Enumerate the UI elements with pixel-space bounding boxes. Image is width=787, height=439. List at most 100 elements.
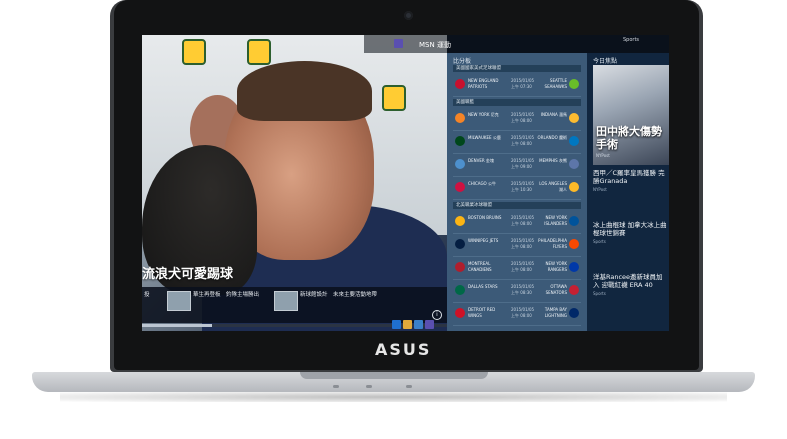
home-team: LOS ANGELES 湖人 bbox=[539, 181, 567, 192]
home-team: MEMPHIS 灰熊 bbox=[539, 158, 567, 163]
away-team: NEW ENGLAND PATRIOTS bbox=[468, 78, 499, 89]
team-logo-icon bbox=[569, 216, 579, 226]
game-time: 2015/01/05 上午 08:00 bbox=[511, 238, 535, 249]
team-logo-icon bbox=[569, 262, 579, 272]
away-team: CHICAGO 公牛 bbox=[468, 181, 496, 186]
team-logo-icon bbox=[569, 182, 579, 192]
related-story[interactable]: 華生再登板 釣隊主場勝出 bbox=[193, 292, 271, 299]
laptop-shadow bbox=[60, 392, 727, 402]
related-story[interactable]: 投 bbox=[144, 292, 156, 299]
port-icon bbox=[366, 385, 372, 388]
team-logo-icon bbox=[455, 79, 465, 89]
news-item-title[interactable]: 洋基Rancee邀新球員加入 迎戰紅襪 ERA 40 bbox=[593, 273, 669, 289]
game-time: 2015/01/05 上午 08:00 bbox=[511, 112, 535, 123]
home-team: ORLANDO 魔術 bbox=[537, 135, 567, 140]
scoreboard-title: 比分板 bbox=[453, 58, 472, 65]
away-team: BOSTON BRUINS bbox=[468, 215, 502, 220]
browser-icon[interactable] bbox=[403, 320, 412, 329]
news-item-source: NYPost bbox=[593, 187, 607, 192]
news-column: 今日焦點 田中將大傷勢手術 NYPost 西甲／C羅率皇馬獲勝 完勝Granad… bbox=[587, 53, 669, 331]
scoreboard-game-row[interactable]: NEW YORK 尼克 2015/01/05 上午 08:00 INDIANA 溜馬 bbox=[453, 108, 581, 131]
home-team: NEW YORK RANGERS bbox=[545, 261, 567, 272]
team-logo-icon bbox=[569, 285, 579, 295]
team-logo-icon bbox=[455, 308, 465, 318]
info-icon[interactable]: i bbox=[432, 310, 442, 320]
team-badge-icon bbox=[182, 39, 206, 65]
taskbar bbox=[392, 320, 452, 330]
team-logo-icon bbox=[569, 159, 579, 169]
scoreboard-section-header: 美國職籃 bbox=[453, 99, 581, 106]
news-item-title[interactable]: 冰上曲棍球 加拿大冰上曲棍球世錦賽 bbox=[593, 221, 669, 237]
news-item-source: Sports bbox=[593, 291, 606, 296]
away-team: NEW YORK 尼克 bbox=[468, 112, 499, 117]
scoreboard-game-row[interactable]: BOSTON BRUINS 2015/01/05 上午 08:00 NEW YORK… bbox=[453, 211, 581, 234]
game-time: 2015/01/05 上午 08:00 bbox=[511, 261, 535, 272]
port-icon bbox=[333, 385, 339, 388]
section-label: Sports bbox=[623, 37, 640, 43]
scoreboard-game-row[interactable]: WINNIPEG JETS 2015/01/05 上午 08:00 PHILADEL… bbox=[453, 234, 581, 257]
news-feature-photo[interactable]: 田中將大傷勢手術 NYPost bbox=[593, 65, 669, 165]
team-badge-icon bbox=[382, 85, 406, 111]
news-list-item[interactable]: 洋基Rancee邀新球員加入 迎戰紅襪 ERA 40 Sports bbox=[593, 273, 669, 296]
app-icon bbox=[394, 39, 403, 48]
news-list-item[interactable]: 冰上曲棍球 加拿大冰上曲棍球世錦賽 Sports bbox=[593, 221, 669, 244]
game-time: 2015/01/05 上午 08:00 bbox=[511, 135, 535, 146]
away-team: DALLAS STARS bbox=[468, 284, 498, 289]
related-thumbnail[interactable] bbox=[167, 291, 191, 311]
scoreboard-section-header: 北美職業冰球聯盟 bbox=[453, 202, 581, 209]
related-story[interactable]: 新球館設計 未來主要活動地帶 bbox=[300, 292, 378, 299]
scoreboard-game-row[interactable]: DENVER 金塊 2015/01/05 上午 09:00 MEMPHIS 灰熊 bbox=[453, 154, 581, 177]
team-logo-icon bbox=[455, 113, 465, 123]
laptop-base-lip bbox=[300, 372, 488, 379]
scoreboard-game-row[interactable]: CHICAGO 公牛 2015/01/05 上午 10:30 LOS ANGELES… bbox=[453, 177, 581, 200]
team-logo-icon bbox=[569, 136, 579, 146]
app-topbar: MSN 運動 Sports bbox=[364, 35, 669, 53]
game-time: 2015/01/05 上午 07:30 bbox=[511, 78, 535, 89]
windows-start-icon[interactable] bbox=[392, 320, 401, 329]
scoreboard-game-row[interactable]: DALLAS STARS 2015/01/05 上午 08:30 OTTAWA SE… bbox=[453, 280, 581, 303]
webcam-icon bbox=[404, 11, 413, 20]
away-team: WINNIPEG JETS bbox=[468, 238, 499, 243]
home-team: INDIANA 溜馬 bbox=[540, 112, 567, 117]
home-team: PHILADELPHIA FLYERS bbox=[538, 238, 567, 249]
game-time: 2015/01/05 上午 08:00 bbox=[511, 307, 535, 318]
scoreboard-game-row[interactable]: DETROIT RED WINGS 2015/01/05 上午 08:00 TAMP… bbox=[453, 303, 581, 326]
explorer-icon[interactable] bbox=[414, 320, 423, 329]
team-badge-icon bbox=[247, 39, 271, 65]
scoreboard-game-row[interactable]: NEW ENGLAND PATRIOTS 2015/01/05 上午 07:30 S… bbox=[453, 74, 581, 97]
team-logo-icon bbox=[455, 239, 465, 249]
away-team: DENVER 金塊 bbox=[468, 158, 494, 163]
laptop: 流浪犬可愛踢球 投 華生再登板 釣隊主場勝出 新球館設計 未來主要活動地帶 i … bbox=[0, 0, 787, 439]
app-title: MSN 運動 bbox=[419, 41, 451, 49]
home-team: OTTAWA SENATORS bbox=[545, 284, 567, 295]
game-time: 2015/01/05 上午 08:30 bbox=[511, 284, 535, 295]
news-header: 今日焦點 bbox=[593, 58, 618, 65]
scoreboard-panel: 比分板 美國國家美式足球聯盟 NEW ENGLAND PATRIOTS 2015/0… bbox=[447, 53, 587, 331]
news-list-item[interactable]: 西甲／C羅率皇馬獲勝 完勝Granada NYPost bbox=[593, 169, 669, 192]
away-team: DETROIT RED WINGS bbox=[468, 307, 496, 318]
sports-app-icon[interactable] bbox=[425, 320, 434, 329]
team-logo-icon bbox=[455, 182, 465, 192]
news-item-title[interactable]: 西甲／C羅率皇馬獲勝 完勝Granada bbox=[593, 169, 669, 185]
hero-progress-fill bbox=[142, 324, 213, 327]
home-team: TAMPA BAY LIGHTNING bbox=[544, 307, 567, 318]
team-logo-icon bbox=[569, 113, 579, 123]
team-logo-icon bbox=[455, 262, 465, 272]
scoreboard-game-row[interactable]: MILWAUKEE 公鹿 2015/01/05 上午 08:00 ORLANDO 魔… bbox=[453, 131, 581, 154]
related-thumbnail[interactable] bbox=[274, 291, 298, 311]
player-hair bbox=[237, 61, 372, 121]
away-team: MILWAUKEE 公鹿 bbox=[468, 135, 501, 140]
team-logo-icon bbox=[455, 136, 465, 146]
home-team: NEW YORK ISLANDERS bbox=[544, 215, 567, 226]
team-logo-icon bbox=[569, 308, 579, 318]
team-logo-icon bbox=[455, 285, 465, 295]
port-icon bbox=[406, 385, 412, 388]
hero-panel[interactable]: 流浪犬可愛踢球 投 華生再登板 釣隊主場勝出 新球館設計 未來主要活動地帶 i bbox=[142, 35, 447, 331]
away-team: MONTREAL CANADIENS bbox=[468, 261, 492, 272]
team-logo-icon bbox=[569, 239, 579, 249]
screen: 流浪犬可愛踢球 投 華生再登板 釣隊主場勝出 新球館設計 未來主要活動地帶 i … bbox=[142, 35, 669, 331]
asus-logo: ASUS bbox=[375, 340, 432, 359]
scoreboard-game-row[interactable]: MONTREAL CANADIENS 2015/01/05 上午 08:00 NEW… bbox=[453, 257, 581, 280]
hero-headline[interactable]: 流浪犬可愛踢球 bbox=[142, 263, 233, 282]
news-feature-title[interactable]: 田中將大傷勢手術 bbox=[596, 125, 669, 151]
